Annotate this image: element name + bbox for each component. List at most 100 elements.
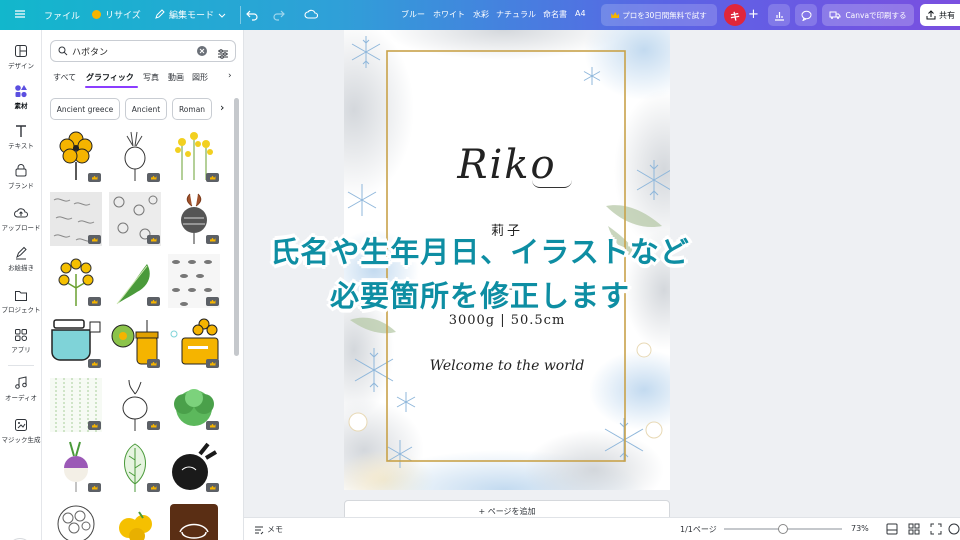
truck-icon bbox=[829, 11, 841, 19]
name-script[interactable]: Riko bbox=[404, 142, 610, 188]
tab-all[interactable]: すべて bbox=[53, 72, 76, 83]
rail-label: アプリ bbox=[11, 346, 31, 354]
pro-trial-button[interactable]: プロを30日間無料で試す bbox=[601, 4, 717, 26]
bottom-bar: メモ 1/1ページ 73% bbox=[244, 517, 960, 540]
premium-crown-icon bbox=[88, 173, 101, 182]
edit-mode-label: 編集モード bbox=[169, 11, 215, 21]
tab-underline bbox=[85, 86, 138, 88]
premium-crown-icon bbox=[88, 359, 101, 368]
premium-crown-icon bbox=[88, 483, 101, 492]
rail-item-text[interactable]: テキスト bbox=[0, 124, 42, 150]
graphic-yellow-flower[interactable] bbox=[50, 130, 102, 184]
share-button[interactable]: 共有 bbox=[920, 4, 960, 26]
page-count[interactable]: 1/1ページ bbox=[680, 524, 717, 535]
magic-icon bbox=[15, 419, 27, 431]
tab-shapes[interactable]: 図形 bbox=[192, 72, 208, 83]
rail-label: デザイン bbox=[8, 62, 34, 70]
print-label: Canvaで印刷する bbox=[845, 10, 907, 20]
rail-item-audio[interactable]: オーディオ bbox=[0, 376, 42, 402]
chip-roman[interactable]: Roman bbox=[172, 98, 212, 120]
share-icon bbox=[926, 10, 936, 20]
graphic-green-pattern[interactable] bbox=[50, 378, 102, 432]
tabs-next-icon[interactable]: › bbox=[228, 71, 232, 81]
redo-icon[interactable] bbox=[272, 8, 285, 24]
edit-mode-dropdown[interactable]: 編集モード bbox=[154, 8, 226, 21]
zoom-slider[interactable] bbox=[724, 524, 842, 534]
premium-crown-icon bbox=[206, 483, 219, 492]
tag-naming: 命名書 bbox=[543, 10, 567, 19]
brand-icon bbox=[15, 164, 27, 177]
caption-line-2: 必要箇所を修正します bbox=[329, 279, 630, 313]
graphic-turnip-purple[interactable] bbox=[50, 440, 102, 494]
tag-blue: ブルー bbox=[401, 10, 425, 19]
premium-crown-icon bbox=[206, 421, 219, 430]
fullscreen-icon[interactable] bbox=[930, 523, 942, 537]
graphic-rapeseed[interactable] bbox=[168, 130, 220, 184]
tag-white: ホワイト bbox=[433, 10, 465, 19]
hamburger-icon[interactable] bbox=[14, 8, 26, 20]
rail-item-elements[interactable]: 素材 bbox=[0, 84, 42, 110]
text-icon bbox=[16, 125, 26, 137]
birth-stats[interactable]: 3000g | 50.5cm bbox=[404, 313, 610, 328]
tab-videos[interactable]: 動画 bbox=[168, 72, 184, 83]
rail-item-magic[interactable]: マジック生成 bbox=[0, 418, 42, 444]
resize-label: リサイズ bbox=[105, 11, 141, 21]
comment-icon[interactable] bbox=[795, 4, 817, 26]
notes-button[interactable]: メモ bbox=[254, 524, 283, 535]
zoom-slider-handle[interactable] bbox=[778, 524, 788, 534]
caption-line-1: 氏名や生年月日、イラストなど bbox=[270, 235, 690, 269]
rail-item-design[interactable]: デザイン bbox=[0, 44, 42, 70]
filter-icon[interactable] bbox=[217, 45, 229, 64]
tag-watercolor: 水彩 bbox=[473, 10, 489, 19]
top-bar: ファイル リサイズ 編集モード ブルー ホワイト 水彩 ナチュラル 命名書 A4… bbox=[0, 0, 960, 30]
search-icon bbox=[58, 46, 68, 56]
graphic-radish-sketch[interactable] bbox=[109, 130, 161, 184]
premium-crown-icon bbox=[147, 483, 160, 492]
graphic-teal-jar[interactable] bbox=[50, 316, 102, 370]
search-input[interactable] bbox=[72, 46, 192, 56]
graphic-cauliflower[interactable] bbox=[50, 502, 102, 540]
rail-item-apps[interactable]: アプリ bbox=[0, 328, 42, 354]
clear-search-icon[interactable] bbox=[197, 46, 207, 56]
rail-label: マジック生成 bbox=[1, 436, 41, 444]
panel-scrollbar[interactable] bbox=[234, 98, 239, 356]
graphic-yuzu[interactable] bbox=[109, 502, 161, 540]
premium-crown-icon bbox=[206, 359, 219, 368]
graphic-turnip-black[interactable] bbox=[168, 440, 220, 494]
print-button[interactable]: Canvaで印刷する bbox=[822, 4, 914, 26]
rail-label: オーディオ bbox=[4, 394, 38, 402]
welcome-text[interactable]: Welcome to the world bbox=[404, 358, 610, 374]
graphic-cabbage[interactable] bbox=[168, 378, 220, 432]
panel-tabs: すべて グラフィック 写真 動画 図形 › bbox=[50, 70, 244, 88]
graphic-brown-badge[interactable] bbox=[168, 502, 220, 540]
premium-crown-icon bbox=[206, 173, 219, 182]
rail-item-brand[interactable]: ブランド bbox=[0, 164, 42, 190]
cloud-sync-icon[interactable] bbox=[304, 8, 319, 24]
help-icon[interactable] bbox=[948, 523, 960, 537]
rail-label: テキスト bbox=[8, 142, 34, 150]
upload-icon bbox=[14, 208, 28, 218]
add-collaborator-icon[interactable]: + bbox=[748, 7, 759, 22]
chip-ancient-greece[interactable]: Ancient greece bbox=[50, 98, 120, 120]
graphic-flower-card[interactable] bbox=[168, 316, 220, 370]
file-menu[interactable]: ファイル bbox=[44, 9, 80, 22]
chevron-down-icon bbox=[218, 13, 226, 18]
graphic-leaf-outline[interactable] bbox=[109, 440, 161, 494]
chips-next-icon[interactable]: › bbox=[220, 101, 224, 114]
notes-icon bbox=[255, 526, 264, 534]
grid-view-icon[interactable] bbox=[886, 523, 898, 537]
search-box bbox=[50, 40, 236, 62]
premium-crown-icon bbox=[147, 421, 160, 430]
tab-graphics[interactable]: グラフィック bbox=[86, 72, 134, 83]
graphic-turnip-sketch[interactable] bbox=[109, 378, 161, 432]
graphic-honey-jar[interactable] bbox=[109, 316, 161, 370]
zoom-level[interactable]: 73% bbox=[851, 524, 869, 533]
premium-crown-icon bbox=[147, 173, 160, 182]
avatar[interactable]: キ bbox=[724, 4, 746, 26]
pages-view-icon[interactable] bbox=[908, 523, 920, 537]
tab-photos[interactable]: 写真 bbox=[143, 72, 159, 83]
undo-icon[interactable] bbox=[246, 8, 259, 24]
resize-button[interactable]: リサイズ bbox=[92, 8, 141, 21]
analytics-icon[interactable] bbox=[768, 4, 790, 26]
chip-ancient[interactable]: Ancient bbox=[125, 98, 167, 120]
